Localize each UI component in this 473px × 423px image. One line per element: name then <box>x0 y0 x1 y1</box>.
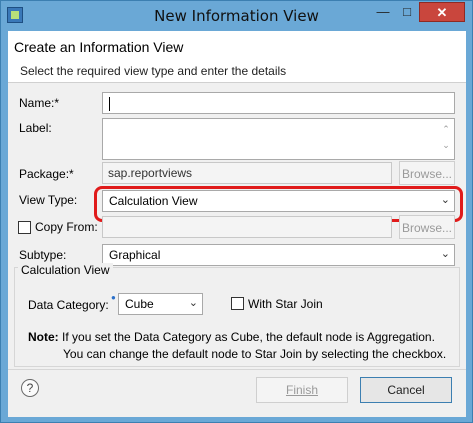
help-icon: ? <box>26 381 34 395</box>
finish-button[interactable]: Finish <box>256 377 348 403</box>
page-title: Create an Information View <box>14 39 184 55</box>
help-button[interactable]: ? <box>21 379 39 397</box>
label-label: Label: <box>19 121 52 135</box>
name-label: Name:* <box>19 96 60 110</box>
copy-from-label: Copy From: <box>35 220 98 234</box>
note-line2: You can change the default node to Star … <box>63 347 447 361</box>
note-line1: If you set the Data Category as Cube, th… <box>62 330 435 344</box>
dialog-window: New Information View — □ ✕ Create an Inf… <box>0 0 473 423</box>
minimize-button[interactable]: — <box>373 2 393 22</box>
footer-divider <box>8 369 466 370</box>
data-category-label: Data Category: <box>28 298 109 312</box>
maximize-button[interactable]: □ <box>397 2 417 22</box>
copy-from-checkbox[interactable] <box>18 221 31 234</box>
package-field[interactable]: sap.reportviews <box>102 162 392 184</box>
dialog-content: Create an Information View Select the re… <box>8 31 466 417</box>
finish-label: Finish <box>285 383 318 397</box>
cancel-button[interactable]: Cancel <box>360 377 452 403</box>
name-field[interactable] <box>102 92 455 114</box>
package-value: sap.reportviews <box>108 166 193 180</box>
chevron-down-icon: ⌄ <box>188 297 198 309</box>
title-bar[interactable]: New Information View — □ ✕ <box>1 1 472 31</box>
page-subtitle: Select the required view type and enter … <box>20 64 287 78</box>
scroll-up-icon: ⌃ <box>442 124 450 134</box>
subtype-value: Graphical <box>109 248 161 262</box>
minimize-icon: — <box>376 4 390 19</box>
chevron-down-icon: ⌄ <box>440 248 450 260</box>
view-type-label: View Type: <box>19 193 78 207</box>
note-prefix: Note: <box>28 330 59 344</box>
copy-from-browse-button[interactable]: Browse... <box>399 215 455 239</box>
dialog-header: Create an Information View Select the re… <box>8 31 466 83</box>
maximize-icon: □ <box>403 4 411 19</box>
close-icon: ✕ <box>436 5 448 20</box>
text-cursor <box>109 97 110 111</box>
subtype-select[interactable]: Graphical ⌄ <box>102 244 455 266</box>
package-label: Package:* <box>19 167 74 181</box>
copy-from-field[interactable] <box>102 216 392 238</box>
close-button[interactable]: ✕ <box>419 2 465 22</box>
star-join-label: With Star Join <box>248 297 323 311</box>
note-text: Note: If you set the Data Category as Cu… <box>28 329 458 363</box>
star-join-checkbox[interactable] <box>231 297 244 310</box>
scroll-down-icon: ⌄ <box>442 140 450 150</box>
label-scrollbar[interactable]: ⌃ ⌄ <box>441 121 451 157</box>
group-title: Calculation View <box>18 263 113 277</box>
data-category-select[interactable]: Cube ⌄ <box>118 293 203 315</box>
label-field[interactable]: ⌃ ⌄ <box>102 118 455 160</box>
subtype-label: Subtype: <box>19 248 67 262</box>
info-icon: ● <box>111 293 116 302</box>
data-category-value: Cube <box>125 297 154 311</box>
package-browse-button[interactable]: Browse... <box>399 161 455 185</box>
